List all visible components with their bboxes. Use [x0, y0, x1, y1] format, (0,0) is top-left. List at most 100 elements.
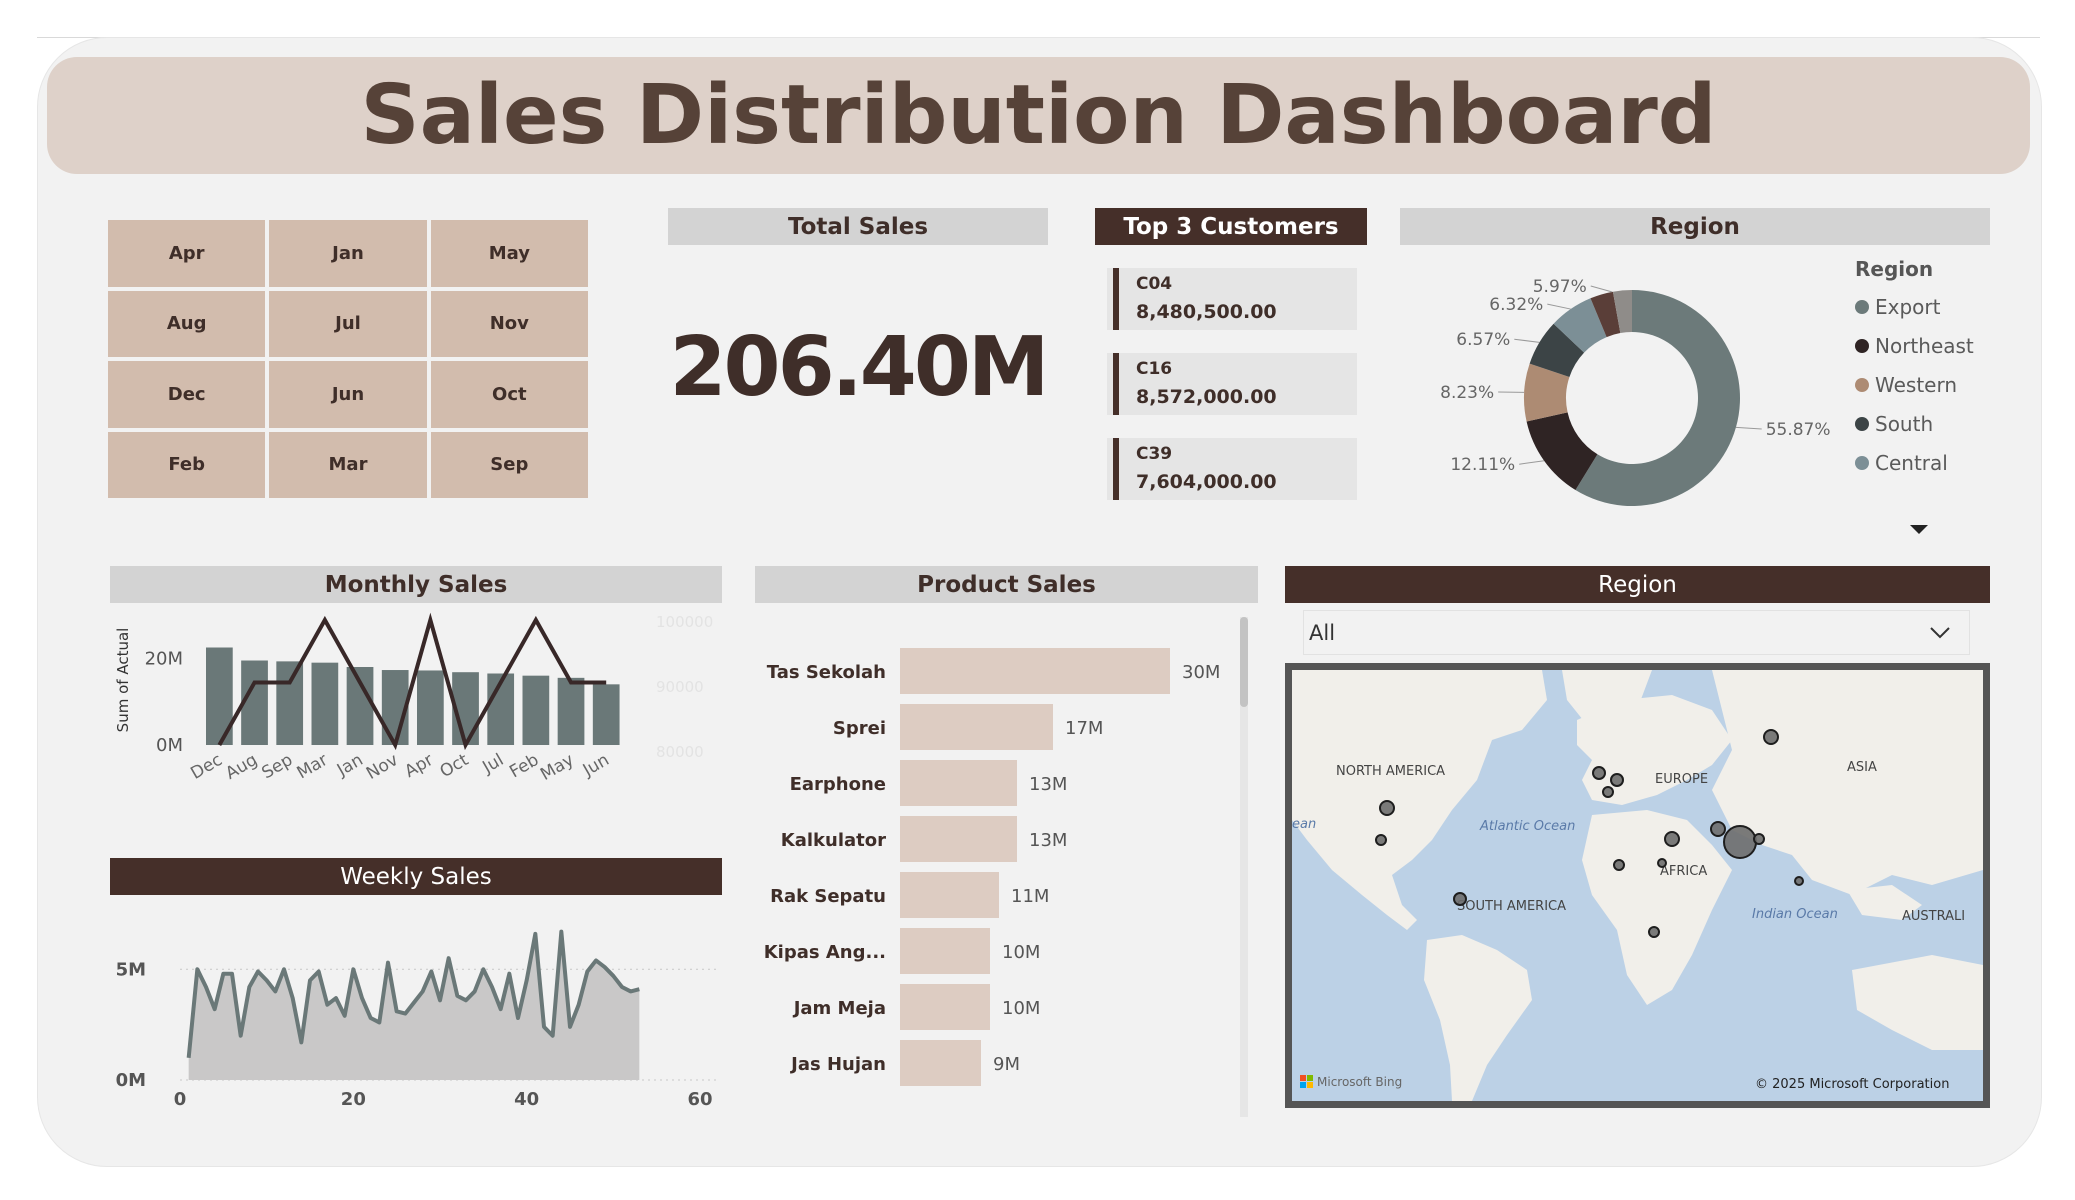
customer-card[interactable]: C16 8,572,000.00 [1107, 353, 1357, 415]
month-slicer-dec[interactable]: Dec [108, 361, 266, 428]
monthly-bar[interactable] [522, 675, 550, 745]
month-slicer-feb[interactable]: Feb [108, 431, 266, 498]
map-bubble[interactable] [1610, 773, 1624, 787]
map-bubble[interactable] [1613, 859, 1625, 871]
map-bubble[interactable] [1648, 926, 1660, 938]
region-map[interactable]: NORTH AMERICA EUROPE ASIA AFRICA SOUTH A… [1285, 663, 1990, 1108]
map-bubble[interactable] [1664, 831, 1680, 847]
donut-data-label: 55.87% [1766, 420, 1831, 440]
monthly-y2-tick: 80000 [656, 743, 704, 761]
product-bar[interactable] [900, 704, 1053, 750]
monthly-y2-tick: 90000 [656, 678, 704, 696]
month-slicer-nov[interactable]: Nov [430, 290, 588, 357]
monthly-bar[interactable] [557, 677, 585, 745]
product-bar[interactable] [900, 648, 1170, 694]
legend-swatch [1855, 299, 1869, 314]
map-bubble[interactable] [1602, 786, 1614, 798]
legend-item-western[interactable]: Western [1855, 365, 1974, 404]
map-bubble[interactable] [1723, 825, 1757, 859]
monthly-x-tick: Oct [437, 750, 473, 782]
product-bar[interactable] [900, 1040, 981, 1086]
month-slicer-sep[interactable]: Sep [430, 431, 588, 498]
donut-data-label: 5.97% [1533, 277, 1587, 297]
map-bubble[interactable] [1794, 876, 1804, 886]
map-label: Atlantic Ocean [1479, 819, 1575, 834]
product-category-label: Tas Sekolah [767, 662, 886, 683]
map-bubble[interactable] [1453, 892, 1467, 906]
product-category-label: Jas Hujan [789, 1054, 886, 1075]
product-category-label: Kalkulator [781, 830, 886, 851]
donut-leader-line [1735, 426, 1762, 430]
monthly-x-tick: Jun [579, 750, 613, 781]
product-value-label: 30M [1182, 662, 1220, 683]
map-bubble[interactable] [1375, 834, 1387, 846]
product-bar[interactable] [900, 816, 1017, 862]
monthly-y2-tick: 100000 [656, 613, 713, 631]
month-slicer-apr[interactable]: Apr [108, 220, 266, 287]
total-sales-header: Total Sales [668, 208, 1048, 245]
product-bar[interactable] [900, 928, 990, 974]
map-bubble[interactable] [1379, 800, 1395, 816]
legend-label: Central [1875, 450, 1948, 475]
month-slicer-aug[interactable]: Aug [108, 290, 266, 357]
product-category-label: Jam Meja [792, 998, 886, 1019]
month-slicer-jul[interactable]: Jul [269, 290, 427, 357]
region-donut-header: Region [1400, 208, 1990, 245]
map-bubble[interactable] [1657, 858, 1667, 868]
product-category-label: Sprei [833, 718, 886, 739]
legend-item-northeast[interactable]: Northeast [1855, 326, 1974, 365]
product-value-label: 10M [1002, 942, 1040, 963]
monthly-x-tick: Aug [222, 750, 261, 784]
product-value-label: 13M [1029, 830, 1067, 851]
legend-label: South [1875, 411, 1934, 436]
legend-item-south[interactable]: South [1855, 404, 1974, 443]
product-bar[interactable] [900, 872, 999, 918]
customer-card-accent [1113, 353, 1119, 415]
legend-swatch [1855, 416, 1869, 431]
legend-label: Export [1875, 294, 1941, 319]
region-dropdown-value: All [1309, 620, 1336, 645]
month-slicer-mar[interactable]: Mar [269, 431, 427, 498]
legend-swatch [1855, 455, 1869, 470]
map-bubble[interactable] [1710, 821, 1726, 837]
month-slicer-oct[interactable]: Oct [430, 361, 588, 428]
map-bubble[interactable] [1753, 833, 1765, 845]
legend-label: Northeast [1875, 333, 1974, 358]
map-label: EUROPE [1655, 772, 1708, 787]
monthly-bar[interactable] [276, 661, 304, 745]
legend-swatch [1855, 338, 1869, 353]
donut-leader-line [1547, 303, 1571, 310]
donut-data-label: 8.23% [1440, 383, 1494, 403]
map-label: NORTH AMERICA [1336, 764, 1445, 779]
product-bar[interactable] [900, 984, 990, 1030]
customer-value: 8,572,000.00 [1136, 386, 1277, 408]
customer-value: 7,604,000.00 [1136, 471, 1277, 493]
dropdown-caret-icon[interactable] [1908, 524, 1930, 536]
product-scrollbar-thumb[interactable] [1240, 617, 1248, 707]
map-label: Indian Ocean [1752, 907, 1838, 922]
map-label: ean [1292, 817, 1316, 832]
month-slicer-jan[interactable]: Jan [269, 220, 427, 287]
month-slicer-jun[interactable]: Jun [269, 361, 427, 428]
top-customers-header: Top 3 Customers [1095, 208, 1367, 245]
map-label: ASIA [1847, 760, 1877, 775]
customer-card[interactable]: C04 8,480,500.00 [1107, 268, 1357, 330]
monthly-bar[interactable] [417, 670, 444, 745]
monthly-y-axis-label: Sum of Actual [114, 628, 132, 733]
map-bubble[interactable] [1763, 729, 1779, 745]
dashboard-title: Sales Distribution Dashboard [360, 68, 1717, 163]
total-sales-value: 206.40M [669, 320, 1049, 415]
region-dropdown[interactable]: All [1303, 610, 1970, 655]
product-bar[interactable] [900, 760, 1017, 806]
monthly-bar[interactable] [592, 684, 620, 745]
legend-item-export[interactable]: Export [1855, 287, 1974, 326]
monthly-x-tick: Jan [333, 750, 367, 781]
month-slicer-may[interactable]: May [430, 220, 588, 287]
map-bubble[interactable] [1592, 766, 1606, 780]
product-category-label: Kipas Ang... [764, 942, 886, 963]
legend-item-central[interactable]: Central [1855, 443, 1974, 482]
customer-card-accent [1113, 268, 1119, 330]
customer-card[interactable]: C39 7,604,000.00 [1107, 438, 1357, 500]
monthly-bar[interactable] [311, 662, 339, 745]
donut-data-label: 12.11% [1450, 455, 1515, 475]
